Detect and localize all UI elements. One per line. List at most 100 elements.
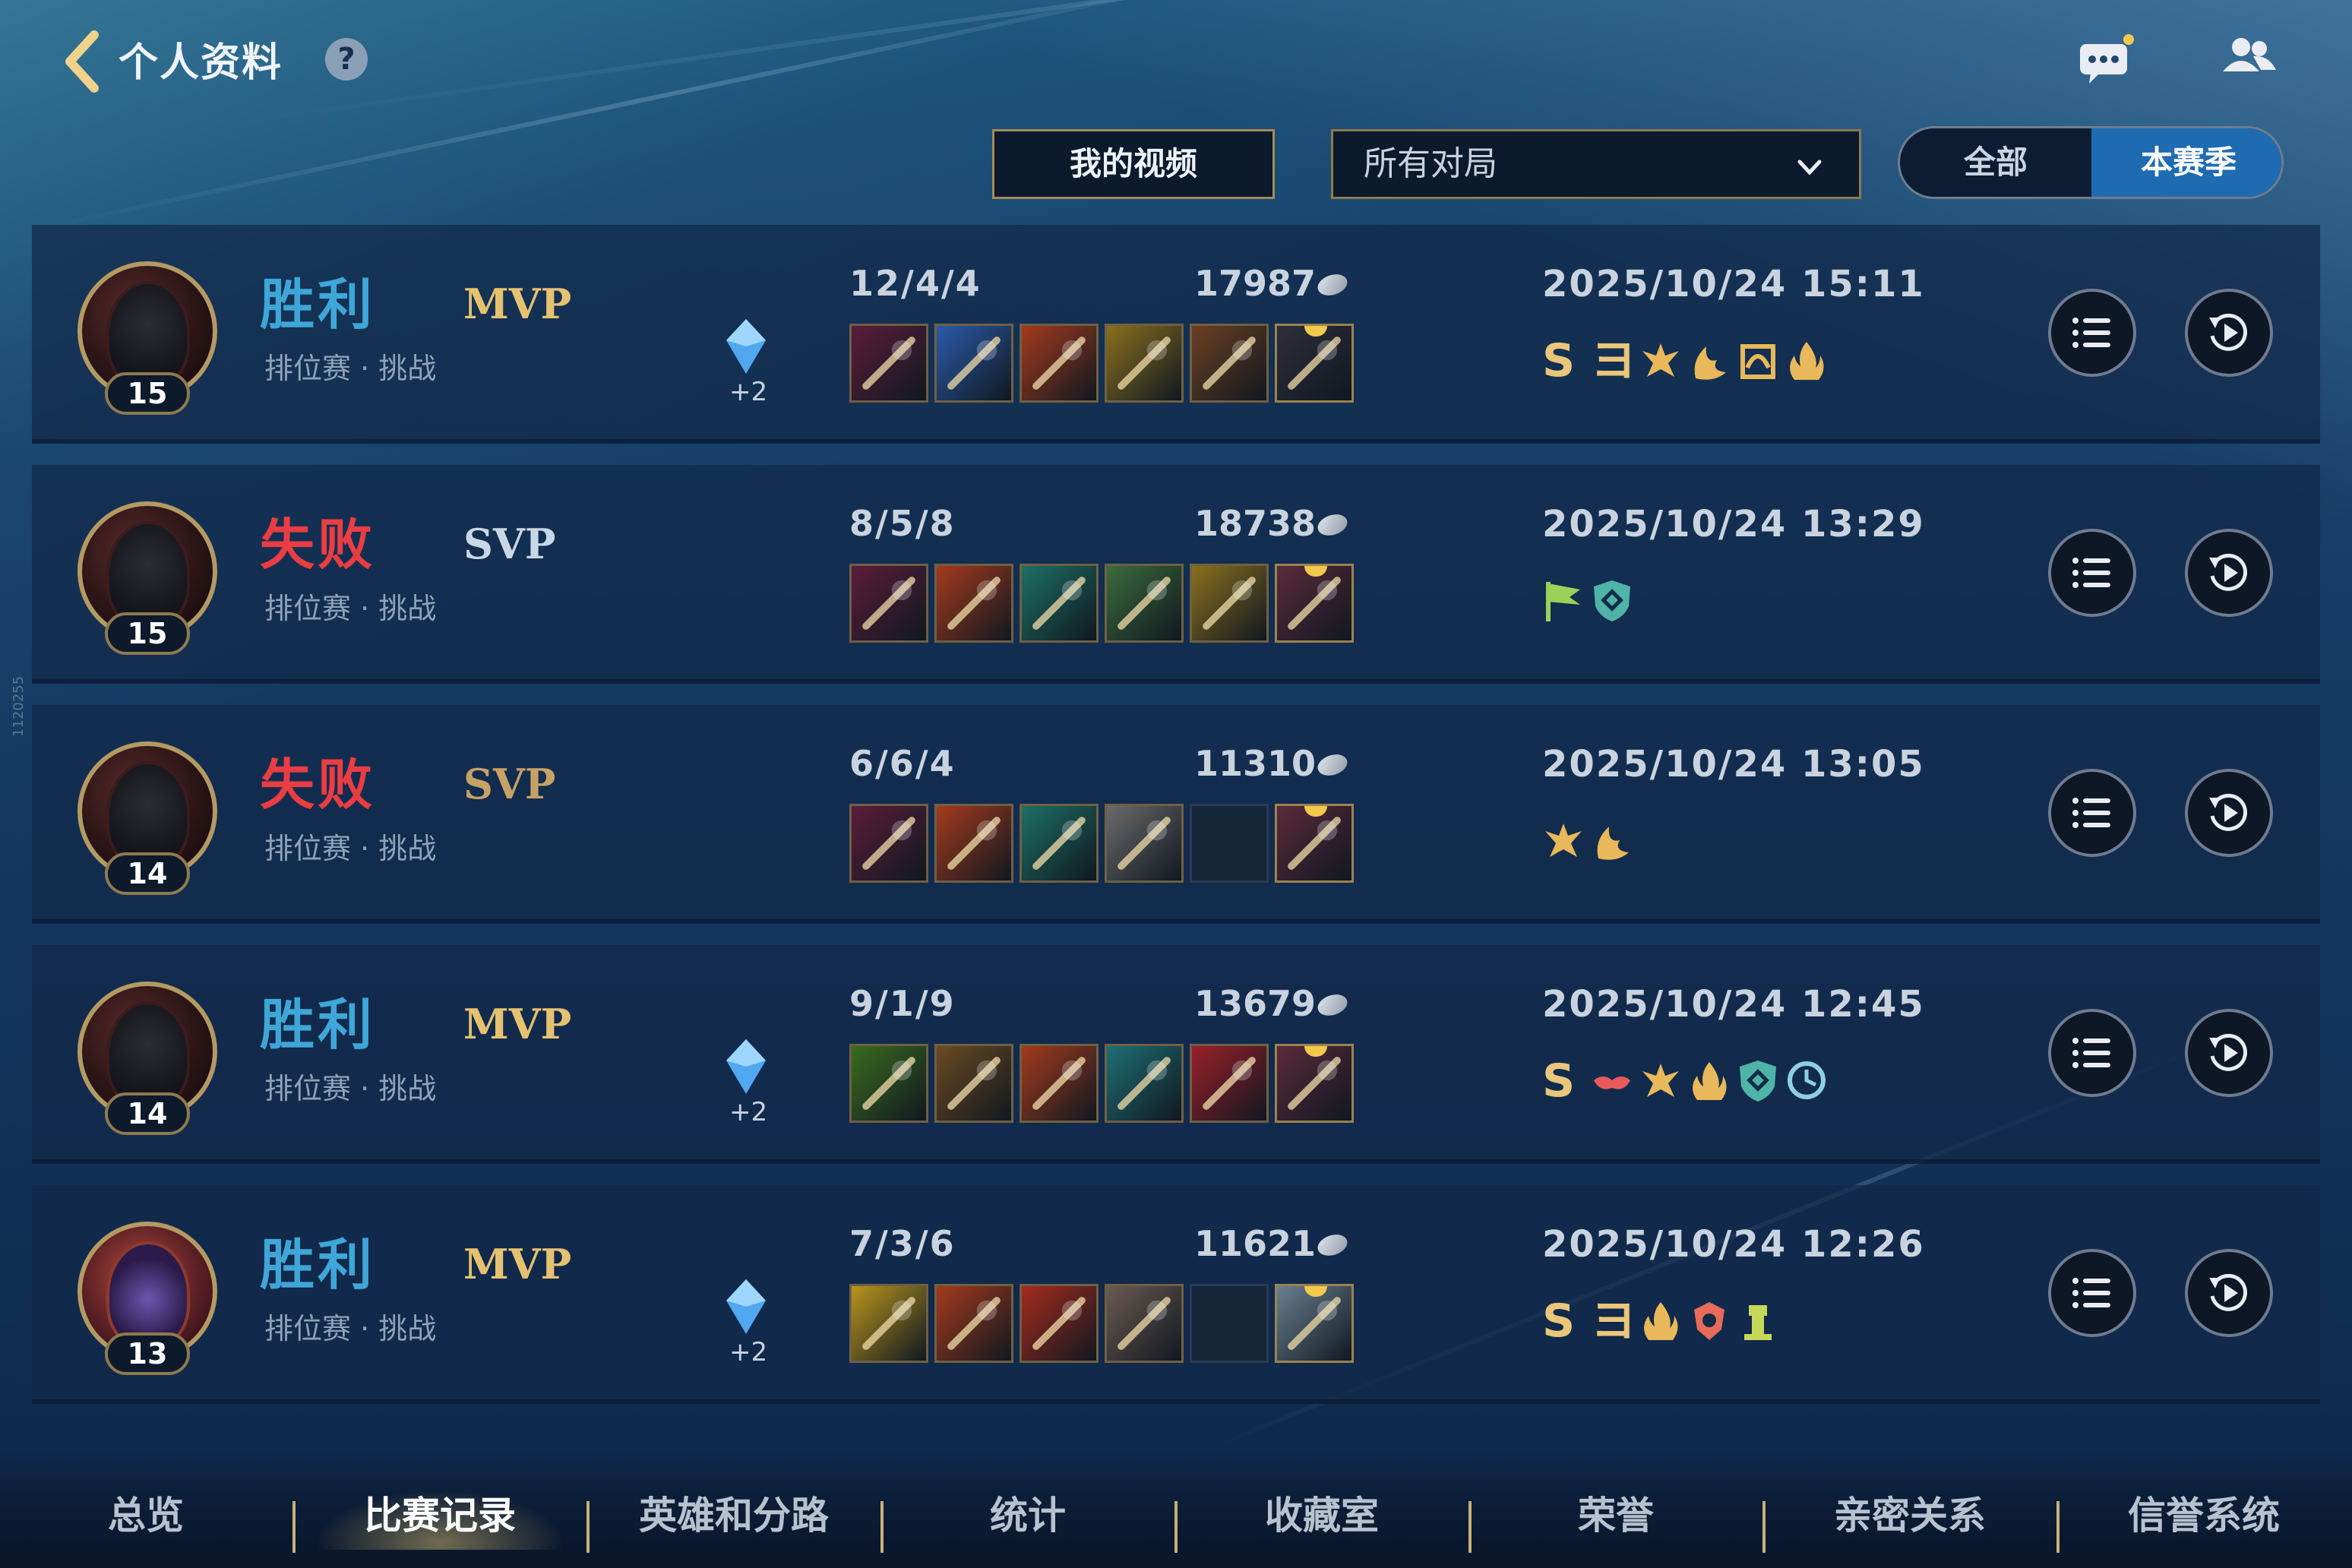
item-art <box>1032 1297 1086 1350</box>
match-details-button[interactable] <box>2048 529 2136 617</box>
equipment-item-icon[interactable] <box>1020 324 1099 403</box>
equipment-item-icon[interactable] <box>1105 564 1184 643</box>
match-details-button[interactable] <box>2048 289 2136 377</box>
boots-item-icon[interactable] <box>1275 564 1354 643</box>
list-icon <box>2072 1038 2110 1068</box>
replay-button[interactable] <box>2185 529 2273 617</box>
tab-heroes-lanes[interactable]: 英雄和分路 <box>588 1481 880 1550</box>
flag-icon <box>1546 582 1580 621</box>
match-details-button[interactable] <box>2048 769 2136 857</box>
match-row[interactable]: 14 失败 SVP 排位赛 · 挑战 6/6/4 11310 2025/10/2… <box>32 705 2320 924</box>
tower-icon <box>1744 1305 1772 1340</box>
item-art <box>1032 817 1086 870</box>
match-row[interactable]: 14 胜利 MVP 排位赛 · 挑战 9/1/9 13679 2025/10/2… <box>32 945 2320 1164</box>
equipment-item-icon[interactable] <box>1105 1044 1184 1123</box>
economy-score: 13679 <box>1194 983 1317 1024</box>
item-art <box>1203 337 1256 390</box>
help-icon[interactable]: ? <box>325 38 368 81</box>
equipment-item-icon[interactable] <box>1020 1284 1099 1363</box>
replay-button[interactable] <box>2185 289 2273 377</box>
item-build <box>849 1284 1358 1364</box>
list-icon <box>2072 1278 2110 1308</box>
equipment-item-icon[interactable] <box>934 1284 1013 1363</box>
item-art <box>947 1057 1001 1110</box>
tab-divider <box>1762 1501 1766 1553</box>
equipment-item-icon[interactable] <box>849 1284 928 1363</box>
page-title: 个人资料 <box>119 40 283 86</box>
tab-divider <box>1468 1501 1472 1553</box>
item-art <box>1288 1057 1341 1110</box>
friends-icon[interactable] <box>2218 33 2279 82</box>
equipment-item-icon[interactable] <box>849 804 928 883</box>
economy-score: 18738 <box>1194 503 1317 544</box>
season-current-option[interactable]: 本赛季 <box>2091 128 2281 197</box>
equipment-item-icon[interactable] <box>934 564 1013 643</box>
replay-button[interactable] <box>2185 1009 2273 1097</box>
item-build <box>849 1044 1358 1124</box>
s-rank-icon: S <box>1542 1054 1576 1108</box>
item-art <box>1032 577 1086 630</box>
equipment-item-icon[interactable] <box>1020 564 1099 643</box>
equipment-item-icon[interactable] <box>934 1044 1013 1123</box>
coin-icon <box>1314 270 1351 299</box>
wings-icon <box>1642 343 1679 377</box>
item-art <box>1203 577 1256 630</box>
tab-statistics[interactable]: 统计 <box>882 1481 1174 1550</box>
shield-icon <box>1594 580 1630 621</box>
coin-icon <box>1314 1231 1351 1260</box>
tab-credit-system[interactable]: 信誉系统 <box>2058 1481 2350 1550</box>
match-filter-dropdown[interactable]: 所有对局 <box>1331 129 1861 199</box>
swirl-icon <box>1740 344 1775 379</box>
equipment-item-icon[interactable] <box>1105 1284 1184 1363</box>
season-all-option[interactable]: 全部 <box>1900 128 2091 197</box>
equipment-item-icon[interactable] <box>849 564 928 643</box>
back-arrow-icon[interactable] <box>59 27 105 96</box>
match-mode: 排位赛 · 挑战 <box>264 1312 437 1345</box>
replay-icon <box>2209 1273 2247 1311</box>
tab-match-history[interactable]: 比赛记录 <box>294 1481 586 1550</box>
season-toggle: 全部 本赛季 <box>1898 126 2284 199</box>
equipment-item-icon[interactable] <box>934 804 1013 883</box>
equipment-item-icon[interactable] <box>849 1044 928 1123</box>
replay-button[interactable] <box>2185 1249 2273 1337</box>
equipment-item-icon[interactable] <box>934 324 1013 403</box>
boots-item-icon[interactable] <box>1275 1284 1354 1363</box>
kda-text: 8/5/8 <box>849 503 956 544</box>
match-row[interactable]: 15 失败 SVP 排位赛 · 挑战 8/5/8 18738 2025/10/2… <box>32 465 2320 684</box>
equipment-item-icon[interactable] <box>849 324 928 403</box>
equipment-item-icon[interactable] <box>1020 1044 1099 1123</box>
replay-button[interactable] <box>2185 769 2273 857</box>
top-bar: 个人资料 ? <box>0 0 2352 122</box>
list-icon <box>2072 558 2110 588</box>
tab-honors[interactable]: 荣誉 <box>1470 1481 1762 1550</box>
tab-divider <box>292 1501 296 1553</box>
tab-divider <box>1174 1501 1178 1553</box>
match-row[interactable]: 15 胜利 MVP 排位赛 · 挑战 12/4/4 17987 2025/10/… <box>32 225 2320 444</box>
list-icon <box>2072 798 2110 828</box>
match-details-button[interactable] <box>2048 1009 2136 1097</box>
chat-icon[interactable] <box>2077 33 2135 87</box>
tab-close-relations[interactable]: 亲密关系 <box>1764 1481 2056 1550</box>
boots-item-icon[interactable] <box>1275 324 1354 403</box>
hero-level-badge: 15 <box>105 612 190 655</box>
equipment-item-icon[interactable] <box>1020 804 1099 883</box>
economy-score: 17987 <box>1194 263 1317 304</box>
equipment-item-icon[interactable] <box>1190 324 1269 403</box>
match-row[interactable]: 13 胜利 MVP 排位赛 · 挑战 7/3/6 11621 2025/10/2… <box>32 1185 2320 1404</box>
equipment-item-icon[interactable] <box>1190 1044 1269 1123</box>
equipment-item-icon[interactable] <box>1105 804 1184 883</box>
equipment-item-icon[interactable] <box>1105 324 1184 403</box>
match-result: 胜利 <box>260 1233 376 1297</box>
tab-collection[interactable]: 收藏室 <box>1176 1481 1468 1550</box>
hero-portrait <box>106 1241 190 1348</box>
equipment-item-icon[interactable] <box>1190 564 1269 643</box>
rank-star-gem-icon <box>726 1279 766 1334</box>
match-details-button[interactable] <box>2048 1249 2136 1337</box>
boots-item-icon[interactable] <box>1275 804 1354 883</box>
my-videos-button[interactable]: 我的视频 <box>992 129 1275 199</box>
tab-overview[interactable]: 总览 <box>0 1481 292 1550</box>
boots-item-icon[interactable] <box>1275 1044 1354 1123</box>
item-art <box>947 817 1001 870</box>
triple-kill-icon: ヨ <box>1591 1295 1636 1348</box>
item-art <box>1288 577 1341 630</box>
